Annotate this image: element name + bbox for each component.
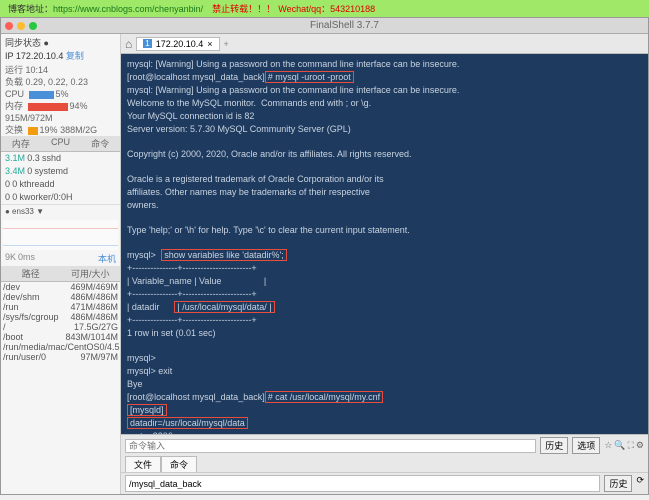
sync-status: 同步状态 ● [5, 36, 116, 49]
tab-command[interactable]: 命令 [161, 456, 197, 472]
titlebar: FinalShell 3.7.7 [1, 18, 648, 34]
banner-wechat-label: Wechat/qq： [278, 4, 330, 14]
banner-wechat: 543210188 [330, 4, 375, 14]
banner: 博客地址：https://www.cnblogs.com/chenyanbin/… [0, 0, 649, 17]
gear-icon[interactable]: ⚙ [636, 440, 644, 451]
home-icon[interactable]: ⌂ [125, 37, 132, 51]
hl-cmd-showvars: show variables like 'datadir%'; [161, 249, 287, 261]
graph-labels: 9K 0ms 本机 [1, 252, 120, 262]
disk-row: /17.5G/27G [3, 322, 118, 332]
swap-label: 交换 [5, 125, 23, 135]
hl-cmd-login: # mysql -uroot -proot [265, 71, 354, 83]
disk-row: /run/user/097M/97M [3, 352, 118, 362]
main-panel: ⌂ 1 172.20.10.4 × + mysql: [Warning] Usi… [121, 34, 648, 494]
tab-bar: ⌂ 1 172.20.10.4 × + [121, 34, 648, 54]
file-tabs: 文件 命令 [121, 456, 648, 472]
tool-icons: ☆ 🔍 ⛶ ⚙ [604, 440, 644, 451]
proc-mem: 3.1M [5, 153, 25, 163]
refresh-link[interactable]: 本机 [98, 252, 116, 265]
search-icon[interactable]: 🔍 [614, 440, 625, 451]
cpu-pct: 5% [56, 89, 69, 99]
tab-cmd[interactable]: 命令 [80, 136, 120, 151]
copy-link[interactable]: 复制 [66, 51, 84, 61]
bottom-panel: 历史 选项 ☆ 🔍 ⛶ ⚙ 文件 命令 历史 ⟳ [121, 434, 648, 494]
disk-list: /dev469M/469M /dev/shm486M/486M /run471M… [1, 282, 120, 362]
add-tab-icon[interactable]: + [224, 39, 229, 49]
proc-list: 3.1M 0.3 sshd 3.4M 0 systemd 0 0 kthread… [1, 152, 120, 204]
app-window: FinalShell 3.7.7 同步状态 ● IP 172.20.10.4 复… [0, 17, 649, 495]
swap-val: 388M/2G [60, 125, 97, 135]
proc-name: sshd [42, 153, 61, 163]
runtime: 运行 10:14 [5, 64, 116, 76]
session-tab[interactable]: 1 172.20.10.4 × [136, 37, 219, 51]
proc-name: kthreadd [20, 179, 55, 189]
hl-datadir-cnf: datadir=/usr/local/mysql/data [127, 417, 248, 429]
minimize-icon[interactable] [17, 22, 25, 30]
disk-row: /run471M/486M [3, 302, 118, 312]
close-icon[interactable] [5, 22, 13, 30]
window-title: FinalShell 3.7.7 [45, 20, 644, 31]
cpu-bar [29, 91, 54, 99]
proc-cpu: 0 [12, 179, 17, 189]
sidebar: 同步状态 ● IP 172.20.10.4 复制 运行 10:14 负载 0.2… [1, 34, 121, 494]
path-history-button[interactable]: 历史 [604, 475, 632, 492]
tab-close-icon[interactable]: × [207, 39, 212, 49]
ip-label: IP 172.20.10.4 [5, 51, 63, 61]
disk-row: /run/media/mac/CentOS0/4.5G [3, 342, 118, 352]
maximize-icon[interactable] [29, 22, 37, 30]
history-button[interactable]: 历史 [540, 437, 568, 454]
tab-num: 1 [143, 39, 151, 48]
proc-cpu: 0.3 [27, 153, 40, 163]
disk-path-head: 路径 [1, 266, 61, 281]
mem-val: 915M/972M [5, 113, 53, 123]
disk-size-head: 可用/大小 [61, 266, 121, 281]
terminal[interactable]: mysql: [Warning] Using a password on the… [121, 54, 648, 434]
disk-row: /dev/shm486M/486M [3, 292, 118, 302]
traffic-graph [3, 220, 118, 250]
proc-mem: 0 [5, 179, 10, 189]
disk-row: /boot843M/1014M [3, 332, 118, 342]
banner-url: https://www.cnblogs.com/chenyanbin/ [53, 4, 203, 14]
nic-select[interactable]: ● ens33 ▼ [1, 204, 120, 218]
path-input[interactable] [125, 475, 600, 492]
tab-file[interactable]: 文件 [125, 456, 161, 472]
hl-mysqld: [mysqld] [127, 404, 167, 416]
swap-bar [28, 127, 38, 135]
hl-cmd-cat: # cat /usr/local/mysql/my.cnf [265, 391, 383, 403]
proc-cpu: 0 [27, 166, 32, 176]
proc-name: systemd [35, 166, 69, 176]
disk-row: /dev469M/469M [3, 282, 118, 292]
proc-cpu: 0 [12, 192, 17, 202]
banner-warn: 禁止转载！！！ [212, 4, 275, 14]
fullscreen-icon[interactable]: ⛶ [628, 440, 634, 451]
proc-name: kworker/0:0H [20, 192, 73, 202]
banner-label: 博客地址： [8, 4, 53, 14]
disk-row: /sys/fs/cgroup486M/486M [3, 312, 118, 322]
proc-mem: 3.4M [5, 166, 25, 176]
options-button[interactable]: 选项 [572, 437, 600, 454]
tab-cpu[interactable]: CPU [41, 136, 81, 151]
star-icon[interactable]: ☆ [604, 440, 612, 451]
window-controls [5, 22, 37, 30]
mem-bar [28, 103, 68, 111]
tab-mem[interactable]: 内存 [1, 136, 41, 151]
proc-mem: 0 [5, 192, 10, 202]
load: 负载 0.29, 0.22, 0.23 [5, 76, 116, 88]
tab-ip: 172.20.10.4 [156, 39, 204, 49]
mem-label: 内存 [5, 101, 23, 111]
swap-pct: 19% [40, 125, 58, 135]
mem-pct: 94% [70, 101, 88, 111]
refresh-icon[interactable]: ⟳ [636, 475, 644, 492]
command-input[interactable] [125, 439, 536, 453]
hl-datadir-value: | /usr/local/mysql/data/ | [174, 301, 274, 313]
cpu-label: CPU [5, 89, 24, 99]
proc-tabs: 内存 CPU 命令 [1, 136, 120, 152]
